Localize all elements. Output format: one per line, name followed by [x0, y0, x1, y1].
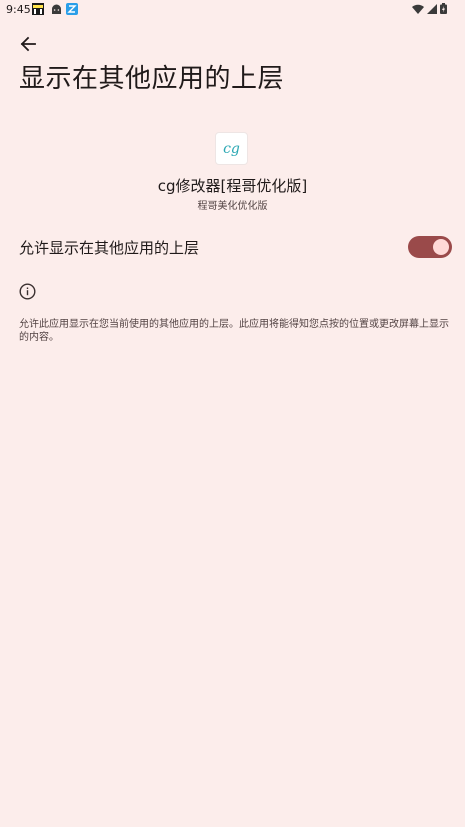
allow-overlay-toggle[interactable]: [408, 236, 452, 258]
app-name: cg修改器[程哥优化版]: [157, 177, 308, 195]
arrow-back-icon: [20, 36, 36, 52]
file-transfer-icon: [66, 3, 78, 15]
signal-icon: [427, 3, 437, 14]
info-icon: [19, 283, 36, 300]
back-button[interactable]: [16, 32, 40, 56]
battery-icon: [440, 3, 447, 14]
app-icon-text: cg: [223, 140, 240, 157]
wifi-icon: [412, 4, 424, 14]
app-subtitle: 程哥美化优化版: [197, 201, 268, 212]
allow-overlay-setting-row[interactable]: 允许显示在其他应用的上层: [0, 228, 465, 266]
status-bar: 9:45: [0, 0, 465, 20]
info-description: 允许此应用显示在您当前使用的其他应用的上层。此应用将能得知您点按的位置或更改屏幕…: [19, 319, 449, 343]
app-icon: cg: [216, 133, 247, 164]
game-app-icon: [32, 3, 44, 15]
page-title: 显示在其他应用的上层: [19, 64, 285, 94]
setting-label: 允许显示在其他应用的上层: [19, 239, 200, 257]
status-time: 9:45: [6, 3, 31, 16]
toggle-thumb: [433, 239, 449, 255]
android-icon: [51, 3, 62, 15]
